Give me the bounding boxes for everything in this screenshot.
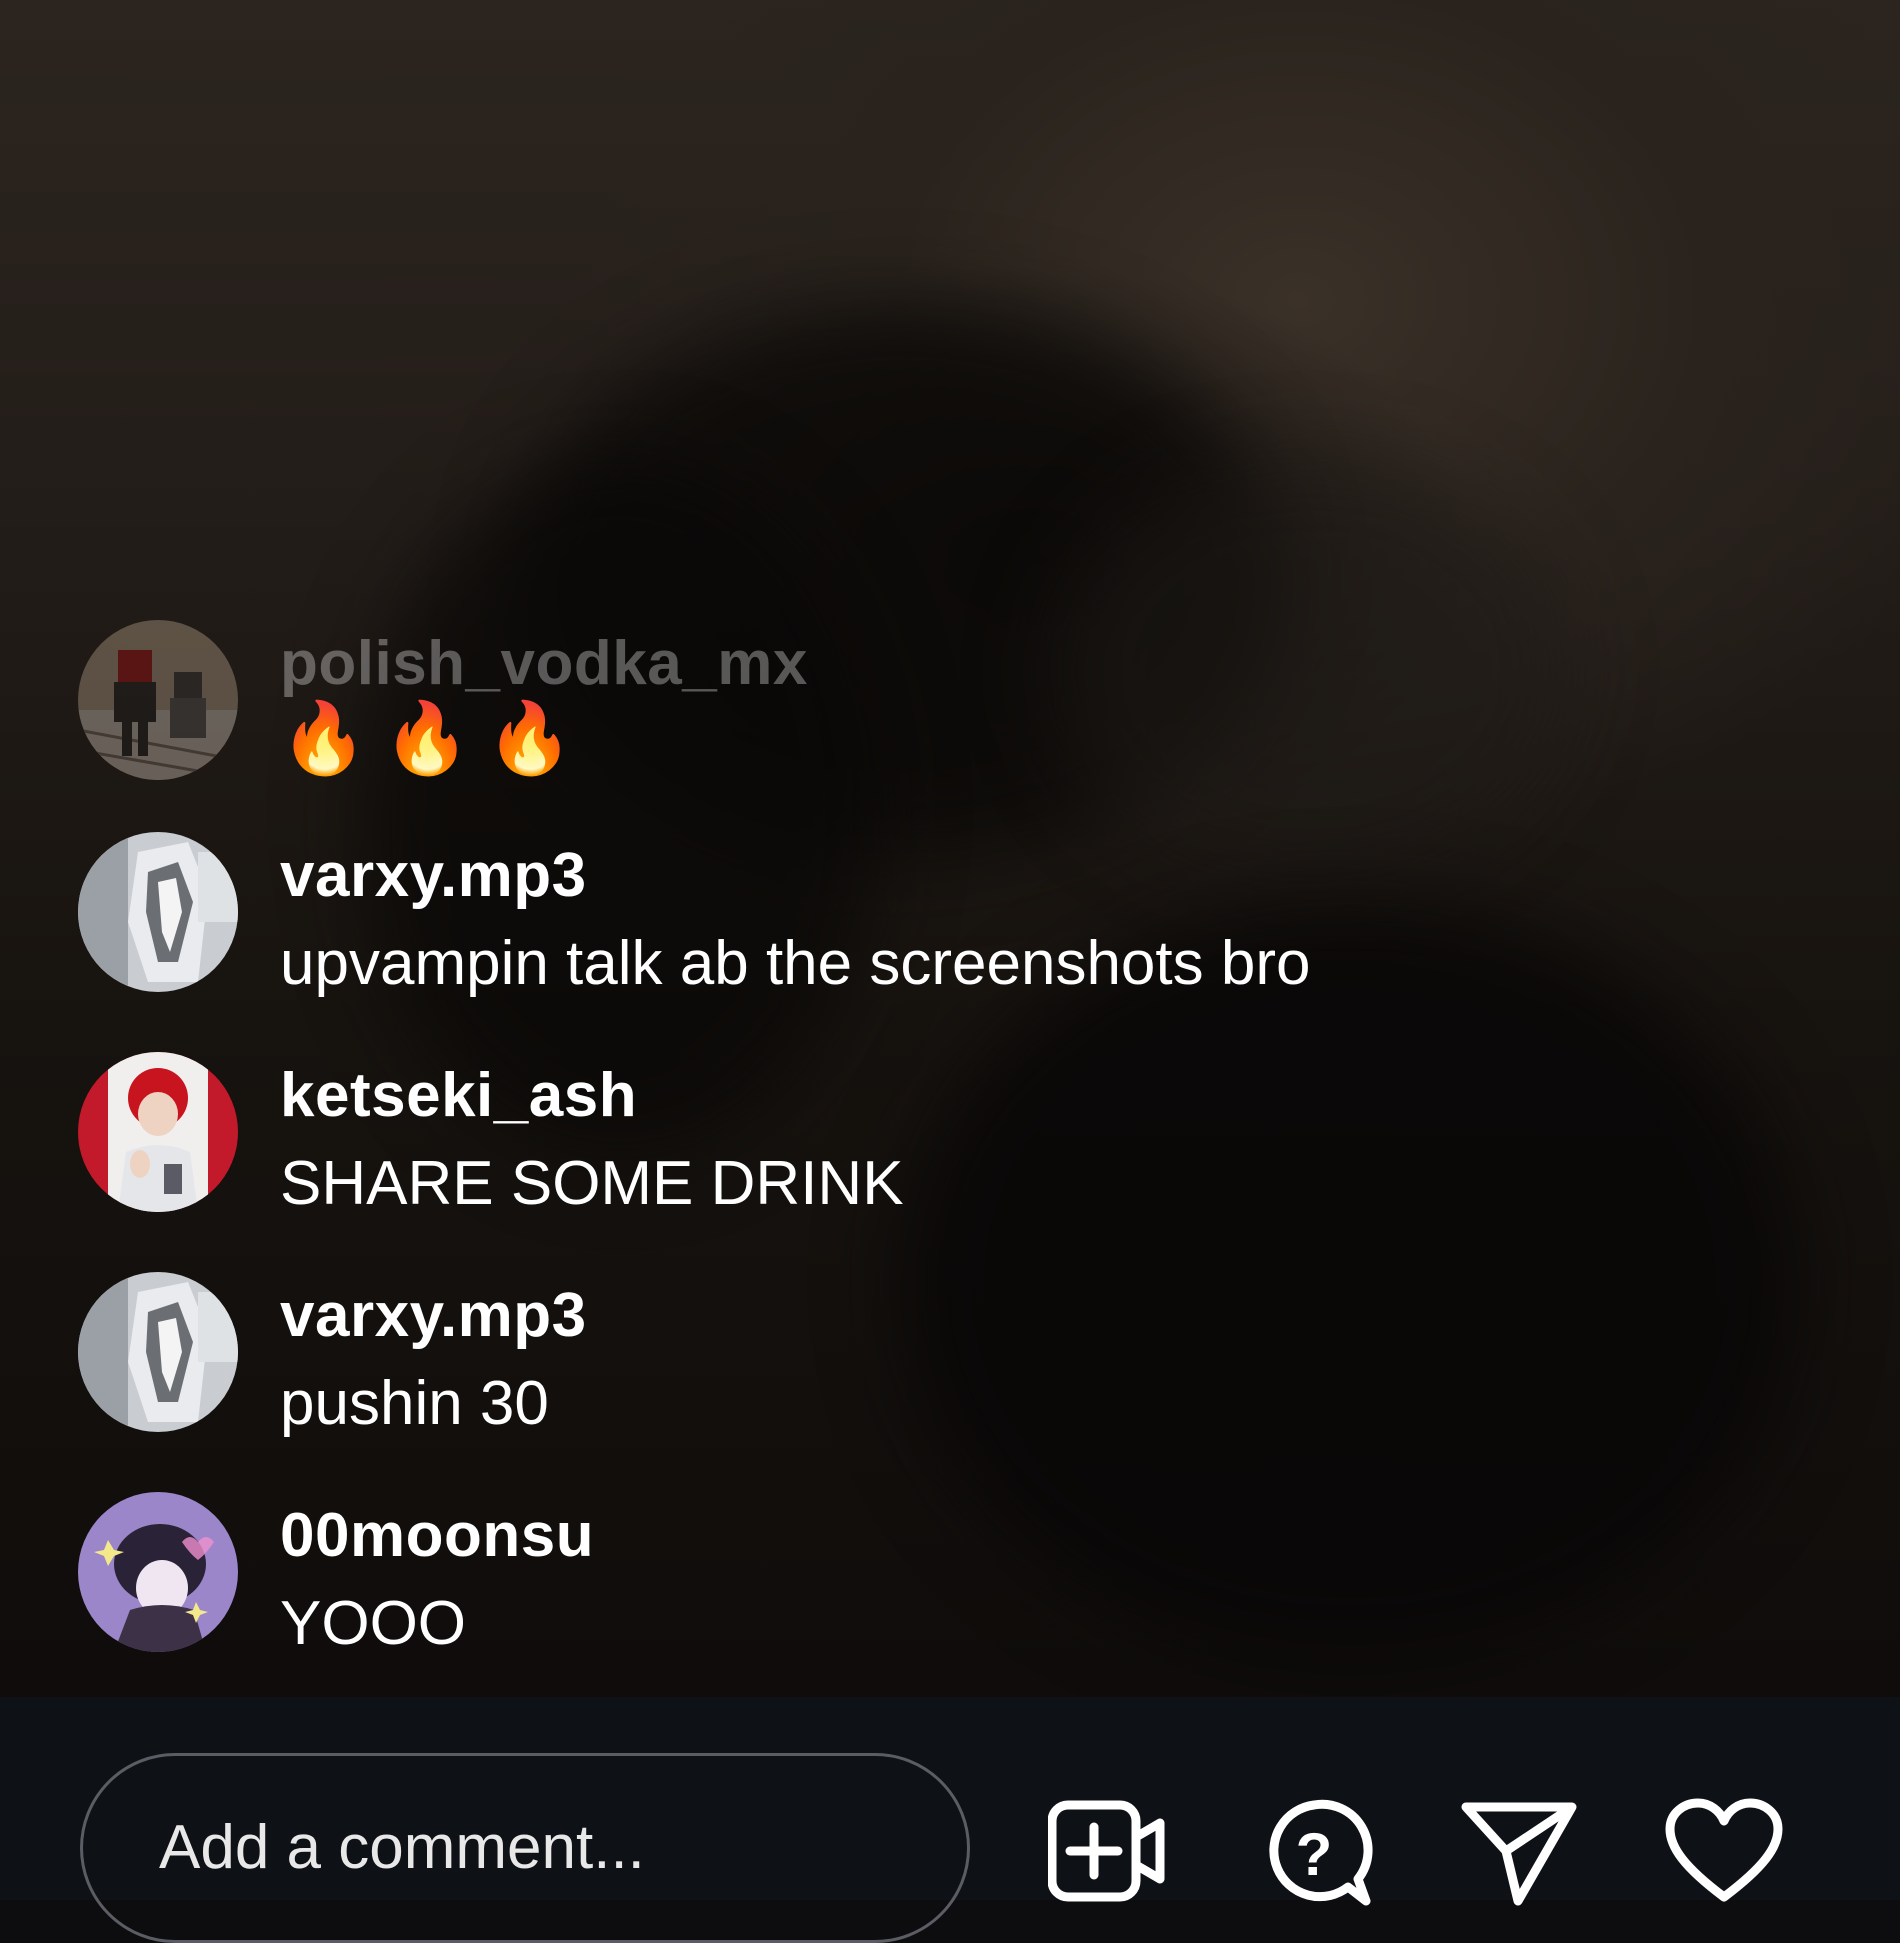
avatar[interactable] bbox=[78, 620, 238, 780]
paper-plane-icon[interactable] bbox=[1460, 1797, 1580, 1907]
avatar[interactable] bbox=[78, 1052, 238, 1212]
comment-item[interactable]: varxy.mp3 upvampin talk ab the screensho… bbox=[78, 832, 1778, 1002]
comment-item[interactable]: 00moonsu YOOO bbox=[78, 1492, 1778, 1662]
heart-icon[interactable] bbox=[1664, 1797, 1784, 1907]
comment-input[interactable]: Add a comment... bbox=[80, 1753, 970, 1943]
comment-username[interactable]: ketseki_ash bbox=[280, 1060, 637, 1131]
comment-message: pushin 30 bbox=[280, 1369, 549, 1438]
comment-message: YOOO bbox=[280, 1589, 467, 1658]
question-bubble-icon[interactable]: ? bbox=[1258, 1797, 1378, 1907]
avatar[interactable] bbox=[78, 832, 238, 992]
svg-text:?: ? bbox=[1296, 1821, 1333, 1888]
comment-username[interactable]: polish_vodka_mx bbox=[280, 628, 808, 699]
comment-username[interactable]: varxy.mp3 bbox=[280, 1280, 587, 1351]
live-action-bar: Add a comment... ? bbox=[0, 1697, 1900, 1943]
avatar[interactable] bbox=[78, 1492, 238, 1652]
comment-item[interactable]: polish_vodka_mx 🔥🔥🔥 bbox=[78, 620, 1778, 790]
avatar[interactable] bbox=[78, 1272, 238, 1432]
video-plus-icon[interactable] bbox=[1047, 1797, 1168, 1907]
comment-message: upvampin talk ab the screenshots bro bbox=[280, 929, 1311, 998]
comment-username[interactable]: varxy.mp3 bbox=[280, 840, 587, 911]
comment-username[interactable]: 00moonsu bbox=[280, 1500, 594, 1571]
comment-input-placeholder: Add a comment... bbox=[159, 1813, 645, 1882]
comment-item[interactable]: varxy.mp3 pushin 30 bbox=[78, 1272, 1778, 1442]
comment-item[interactable]: ketseki_ash SHARE SOME DRINK bbox=[78, 1052, 1778, 1222]
comment-message: SHARE SOME DRINK bbox=[280, 1149, 904, 1218]
comment-message: 🔥🔥🔥 bbox=[280, 699, 590, 777]
